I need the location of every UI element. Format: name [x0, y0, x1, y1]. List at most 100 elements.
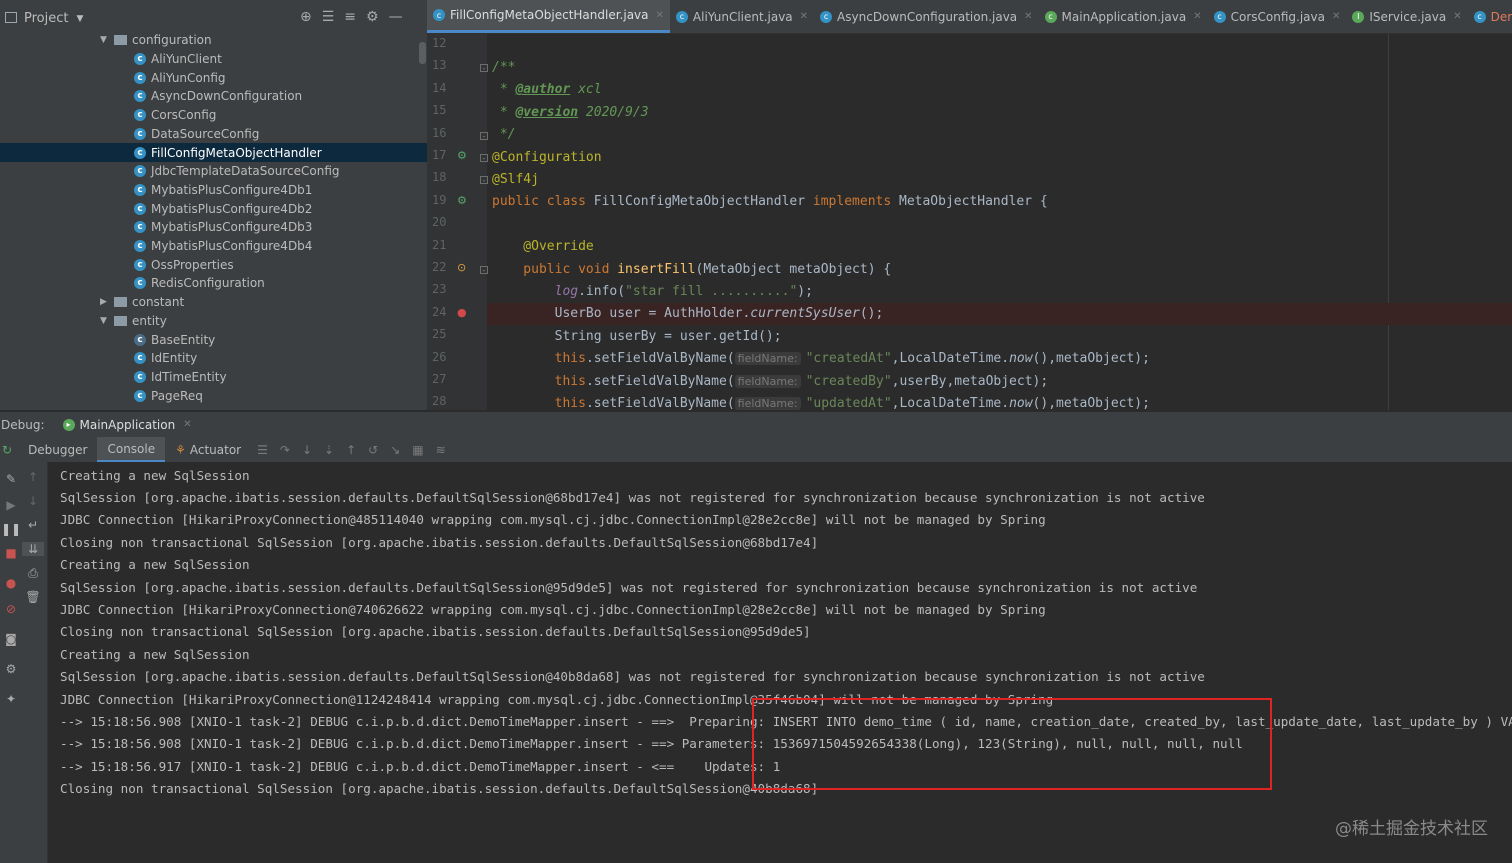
resume-icon[interactable]: ▶ — [0, 498, 22, 512]
tab-console[interactable]: Console — [97, 437, 166, 462]
force-step-into-icon[interactable]: ⇣ — [324, 443, 334, 457]
console-line[interactable]: SqlSession [org.apache.ibatis.session.de… — [60, 486, 1205, 508]
breakpoint-icon[interactable]: ● — [457, 306, 467, 319]
editor-tab[interactable]: I IService.java ✕ — [1346, 0, 1467, 33]
code-line[interactable]: public class FillConfigMetaObjectHandler… — [492, 191, 1048, 213]
settings-icon[interactable]: ⚙ — [0, 662, 22, 676]
step-into-icon[interactable]: ↓ — [302, 443, 312, 457]
close-icon[interactable]: ✕ — [1332, 11, 1340, 22]
code-line[interactable]: @Configuration — [492, 146, 602, 168]
expand-all-icon[interactable]: ☰ — [322, 9, 335, 25]
tree-item[interactable]: ▼ configuration — [100, 31, 212, 50]
chevron-right-icon[interactable]: ▶ — [100, 297, 112, 307]
trash-icon[interactable]: 🗑 — [22, 590, 44, 604]
tree-item[interactable]: c IdEntity — [134, 349, 197, 368]
code-line[interactable]: String userBy = user.getId(); — [492, 325, 782, 347]
fold-icon[interactable]: - — [480, 176, 488, 185]
fold-icon[interactable]: - — [480, 64, 488, 73]
close-icon[interactable]: ✕ — [800, 11, 808, 22]
code-line[interactable]: UserBo user = AuthHolder. currentSysUser(… — [492, 303, 884, 325]
code-line[interactable]: log .info("star fill .........."); — [492, 280, 813, 302]
tree-item[interactable]: c PageReq — [134, 386, 203, 405]
code-line[interactable]: public void insertFill (MetaObject metaOb… — [492, 258, 891, 280]
tree-item[interactable]: c AliYunConfig — [134, 68, 226, 87]
code-line[interactable]: @Override — [492, 236, 593, 258]
console-line[interactable]: SqlSession [org.apache.ibatis.session.de… — [60, 666, 1205, 688]
step-out-icon[interactable]: ↑ — [346, 443, 356, 457]
minimize-icon[interactable]: — — [389, 9, 403, 25]
code-line[interactable]: */ — [492, 124, 516, 146]
code-line[interactable]: this .setFieldValByName(fieldName: "update… — [492, 392, 1150, 410]
code-line[interactable]: this .setFieldValByName(fieldName: "create… — [492, 348, 1150, 370]
view-breakpoints-icon[interactable]: ● — [0, 576, 22, 590]
console-line[interactable]: Closing non transactional SqlSession [or… — [60, 621, 811, 643]
tree-item[interactable]: c IdTimeEntity — [134, 368, 227, 387]
tree-item[interactable]: c OssProperties — [134, 255, 234, 274]
trace-icon[interactable]: ≋ — [436, 443, 446, 457]
tab-actuator[interactable]: ⚘ Actuator — [165, 437, 251, 462]
mute-breakpoints-icon[interactable]: ⊘ — [0, 602, 22, 616]
chevron-down-icon[interactable]: ▼ — [100, 316, 112, 326]
console-line[interactable]: Creating a new SqlSession — [60, 554, 250, 576]
tree-item[interactable]: c MybatisPlusConfigure4Db3 — [134, 218, 312, 237]
tree-item[interactable]: ▼ entity — [100, 312, 167, 331]
code-editor[interactable]: 12 13 14 15 16 17 18 19 20 21 22 23 24 25 26 27 28 ⚙ ⚙ ⊙ ● - -… — [427, 34, 1512, 410]
tree-item[interactable]: c MybatisPlusConfigure4Db4 — [134, 237, 312, 256]
collapse-all-icon[interactable]: ≡ — [344, 9, 356, 25]
tree-item[interactable]: c RedisConfiguration — [134, 274, 265, 293]
down-arrow-icon[interactable]: ↓ — [22, 494, 44, 508]
console-output[interactable]: Creating a new SqlSession SqlSession [org… — [48, 462, 1512, 863]
editor-tab[interactable]: c AliYunClient.java ✕ — [670, 0, 814, 33]
camera-icon[interactable]: ◙ — [0, 632, 22, 646]
console-line[interactable]: SqlSession [org.apache.ibatis.session.de… — [60, 576, 1197, 598]
editor-tab[interactable]: c FillConfigMetaObjectHandler.java ✕ — [427, 0, 670, 33]
code-line[interactable]: * @version 2020/9/3 — [492, 101, 649, 123]
console-line[interactable]: JDBC Connection [HikariProxyConnection@4… — [60, 509, 1046, 531]
tree-item[interactable]: c FillConfigMetaObjectHandler — [0, 143, 427, 162]
evaluate-icon[interactable]: ▦ — [412, 443, 423, 457]
editor-tab[interactable]: c DemoTime.java — [1468, 0, 1512, 33]
code-line[interactable]: * @author xcl — [492, 79, 602, 101]
tab-debugger[interactable]: Debugger — [18, 437, 97, 462]
close-icon[interactable]: ✕ — [1453, 11, 1461, 22]
console-line[interactable]: Creating a new SqlSession — [60, 464, 250, 486]
tree-item[interactable]: c BaseEntity — [134, 330, 215, 349]
console-line[interactable]: Closing non transactional SqlSession [or… — [60, 778, 818, 800]
project-title[interactable]: Project — [24, 11, 68, 26]
tree-item[interactable]: ▶ constant — [100, 293, 184, 312]
console-line[interactable]: Creating a new SqlSession — [60, 643, 250, 665]
rerun-icon[interactable]: ↻ — [2, 443, 12, 457]
step-over-icon[interactable]: ↷ — [280, 443, 290, 457]
fold-icon[interactable]: - — [480, 131, 488, 140]
wrench-icon[interactable]: ✎ — [0, 472, 22, 486]
close-icon[interactable]: ✕ — [183, 419, 191, 430]
tree-item[interactable]: c MybatisPlusConfigure4Db1 — [134, 181, 312, 200]
drop-frame-icon[interactable]: ↺ — [368, 443, 378, 457]
chevron-down-icon[interactable]: ▼ — [76, 14, 83, 24]
print-icon[interactable]: ⎙ — [22, 566, 44, 581]
tree-item[interactable]: c CorsConfig — [134, 106, 216, 125]
soft-wrap-icon[interactable]: ↵ — [22, 518, 44, 532]
console-line[interactable]: --> 15:18:56.917 [XNIO-1 task-2] DEBUG c… — [60, 755, 780, 777]
spring-bean-icon[interactable]: ⚙ — [457, 194, 467, 207]
chevron-down-icon[interactable]: ▼ — [100, 35, 112, 45]
spring-bean-icon[interactable]: ⚙ — [457, 149, 467, 162]
close-icon[interactable]: ✕ — [656, 10, 664, 21]
tree-item[interactable]: c JdbcTemplateDataSourceConfig — [134, 162, 340, 181]
locate-icon[interactable]: ⊕ — [300, 9, 312, 25]
project-scrollbar[interactable] — [419, 42, 426, 64]
override-icon[interactable]: ⊙ — [457, 261, 466, 274]
fold-icon[interactable]: - — [480, 266, 488, 275]
tree-item[interactable]: c AsyncDownConfiguration — [134, 87, 302, 106]
debug-config-tab[interactable]: ▸ MainApplication ✕ — [62, 418, 192, 432]
pause-icon[interactable]: ❚❚ — [0, 522, 22, 536]
run-to-cursor-icon[interactable]: ↘ — [390, 443, 400, 457]
code-line[interactable]: this .setFieldValByName(fieldName: "create… — [492, 370, 1049, 392]
tree-item[interactable]: c DataSourceConfig — [134, 125, 259, 144]
scroll-to-end-icon[interactable]: ⇊ — [22, 542, 44, 556]
pin-icon[interactable]: ✦ — [0, 692, 22, 706]
close-icon[interactable]: ✕ — [1024, 11, 1032, 22]
editor-tab[interactable]: c CorsConfig.java ✕ — [1208, 0, 1347, 33]
editor-tab[interactable]: c AsyncDownConfiguration.java ✕ — [814, 0, 1039, 33]
stop-icon[interactable]: ■ — [0, 546, 22, 560]
